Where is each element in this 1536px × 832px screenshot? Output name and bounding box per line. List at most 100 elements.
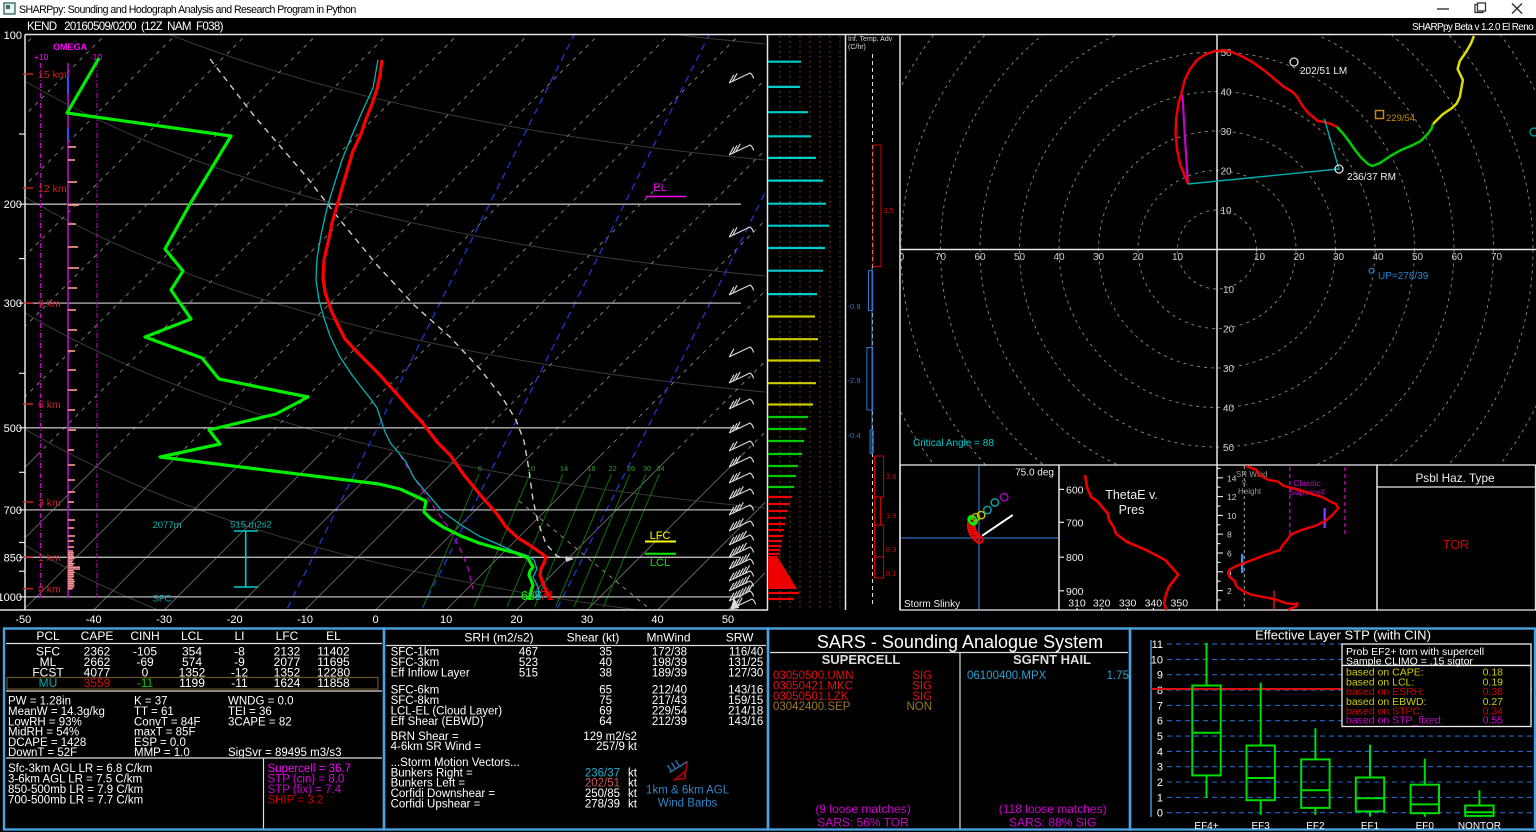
- svg-text:0 km: 0 km: [38, 584, 61, 596]
- svg-text:40: 40: [1053, 252, 1065, 263]
- svg-text:3.6: 3.6: [886, 472, 896, 481]
- svg-text:EF2: EF2: [1306, 821, 1325, 832]
- svg-text:10: 10: [1223, 285, 1235, 296]
- svg-text:0: 0: [373, 614, 379, 626]
- svg-text:03042400.SEP: 03042400.SEP: [773, 701, 851, 713]
- svg-text:1.75: 1.75: [1107, 670, 1129, 682]
- svg-text:PCL: PCL: [36, 629, 60, 643]
- svg-text:14: 14: [560, 464, 568, 473]
- svg-text:0: 0: [899, 252, 905, 263]
- svg-text:0.55: 0.55: [1483, 715, 1504, 727]
- svg-text:Eff Shear (EBWD): Eff Shear (EBWD): [391, 716, 484, 728]
- svg-text:1.9: 1.9: [886, 511, 896, 520]
- svg-text:Psbl Haz. Type: Psbl Haz. Type: [1415, 471, 1495, 485]
- svg-text:10: 10: [1227, 511, 1237, 521]
- svg-text:20: 20: [1293, 252, 1305, 263]
- svg-text:100: 100: [4, 30, 22, 42]
- svg-text:30: 30: [1093, 252, 1105, 263]
- svg-text:1 km: 1 km: [38, 552, 61, 564]
- svg-text:(9 loose matches): (9 loose matches): [815, 802, 910, 816]
- svg-text:kt: kt: [628, 799, 638, 811]
- svg-text:3.5: 3.5: [884, 206, 894, 215]
- svg-text:06100400.MPX: 06100400.MPX: [967, 670, 1047, 682]
- svg-text:10: 10: [440, 614, 452, 626]
- svg-text:10: 10: [1151, 654, 1163, 666]
- svg-text:6 km: 6 km: [38, 399, 61, 411]
- svg-text:4-6km SR Wind =: 4-6km SR Wind =: [391, 741, 482, 753]
- svg-text:70: 70: [1491, 252, 1503, 263]
- svg-text:2: 2: [1227, 586, 1232, 596]
- svg-text:-10: -10: [297, 614, 313, 626]
- svg-text:8.3: 8.3: [886, 545, 896, 554]
- svg-text:SGFNT HAIL: SGFNT HAIL: [1013, 652, 1091, 667]
- svg-text:700: 700: [4, 505, 22, 517]
- svg-text:30: 30: [1333, 252, 1345, 263]
- svg-text:8: 8: [1227, 530, 1232, 540]
- svg-text:60: 60: [1451, 252, 1463, 263]
- svg-text:700-500mb LR = 7.7 C/km: 700-500mb LR = 7.7 C/km: [8, 794, 143, 806]
- svg-text:330: 330: [1119, 598, 1137, 610]
- svg-text:300: 300: [4, 298, 22, 310]
- svg-text:143/16: 143/16: [728, 716, 763, 728]
- svg-text:340: 340: [1145, 598, 1163, 610]
- svg-text:SHARPpy Beta v 1.2.0 El Reno: SHARPpy Beta v 1.2.0 El Reno: [1412, 22, 1534, 33]
- svg-text:22: 22: [608, 464, 616, 473]
- svg-text:60: 60: [974, 252, 986, 263]
- svg-text:30: 30: [581, 614, 593, 626]
- svg-text:Inf. Temp. Adv: Inf. Temp. Adv: [848, 36, 893, 43]
- svg-text:10: 10: [1221, 206, 1233, 217]
- svg-text:320: 320: [1093, 598, 1111, 610]
- svg-text:8.1: 8.1: [886, 569, 896, 578]
- svg-text:3: 3: [1157, 762, 1163, 774]
- svg-text:Storm Slinky: Storm Slinky: [904, 599, 960, 610]
- svg-text:Effective Layer STP (with CIN): Effective Layer STP (with CIN): [1255, 628, 1431, 643]
- svg-text:38: 38: [599, 668, 612, 680]
- svg-text:71: 71: [540, 589, 554, 603]
- svg-text:Critical Angle = 88: Critical Angle = 88: [913, 438, 994, 449]
- svg-text:75.0 deg: 75.0 deg: [1015, 468, 1054, 479]
- svg-text:Height: Height: [1238, 487, 1262, 496]
- svg-text:202/51 LM: 202/51 LM: [1300, 66, 1347, 77]
- svg-text:EF3: EF3: [1252, 821, 1271, 832]
- svg-text:-40: -40: [86, 614, 102, 626]
- svg-text:SHARPpy: Sounding and Hodograp: SHARPpy: Sounding and Hodograph Analysis…: [19, 4, 356, 16]
- svg-text:NON: NON: [906, 701, 932, 713]
- svg-text:EF0: EF0: [1416, 821, 1435, 832]
- svg-text:50: 50: [722, 614, 734, 626]
- svg-text:500: 500: [4, 423, 22, 435]
- svg-text:0: 0: [1157, 808, 1163, 820]
- svg-text:EF4+: EF4+: [1194, 821, 1218, 832]
- svg-text:Shear (kt): Shear (kt): [567, 631, 620, 645]
- svg-text:Corfidi Upshear =: Corfidi Upshear =: [391, 799, 481, 811]
- svg-text:SARS: 88% SIG: SARS: 88% SIG: [1009, 815, 1096, 829]
- svg-text:9: 9: [1157, 670, 1163, 682]
- svg-text:12: 12: [1227, 492, 1237, 502]
- svg-text:-50: -50: [15, 614, 31, 626]
- svg-text:SARS - Sounding Analogue Syste: SARS - Sounding Analogue System: [817, 632, 1103, 652]
- svg-text:UP=278/39: UP=278/39: [1378, 271, 1429, 282]
- svg-text:236/37 RM: 236/37 RM: [1347, 172, 1396, 183]
- svg-text:40: 40: [1221, 88, 1233, 99]
- svg-text:4: 4: [1157, 746, 1163, 758]
- svg-text:70: 70: [935, 252, 947, 263]
- svg-text:TOR: TOR: [1443, 538, 1469, 552]
- svg-text:515 m2s2: 515 m2s2: [230, 520, 272, 531]
- svg-text:6: 6: [1227, 549, 1232, 559]
- svg-text:SARS: 56% TOR: SARS: 56% TOR: [817, 815, 909, 829]
- svg-text:1: 1: [1157, 792, 1163, 804]
- svg-text:700: 700: [1066, 517, 1084, 529]
- svg-text:515: 515: [519, 668, 538, 680]
- svg-text:7: 7: [1157, 700, 1163, 712]
- svg-text:6: 6: [1157, 716, 1163, 728]
- svg-text:278/39: 278/39: [585, 799, 620, 811]
- svg-text:(118 loose matches): (118 loose matches): [999, 802, 1107, 816]
- svg-text:3 km: 3 km: [38, 497, 61, 509]
- svg-text:40: 40: [1372, 252, 1384, 263]
- svg-text:v.: v.: [1242, 478, 1248, 487]
- svg-text:310: 310: [1068, 598, 1086, 610]
- svg-text:40: 40: [651, 614, 663, 626]
- svg-text:1km & 6km AGL: 1km & 6km AGL: [646, 785, 730, 797]
- svg-text:9 km: 9 km: [38, 298, 61, 310]
- svg-text:66: 66: [521, 589, 535, 603]
- svg-text:1000: 1000: [0, 592, 22, 604]
